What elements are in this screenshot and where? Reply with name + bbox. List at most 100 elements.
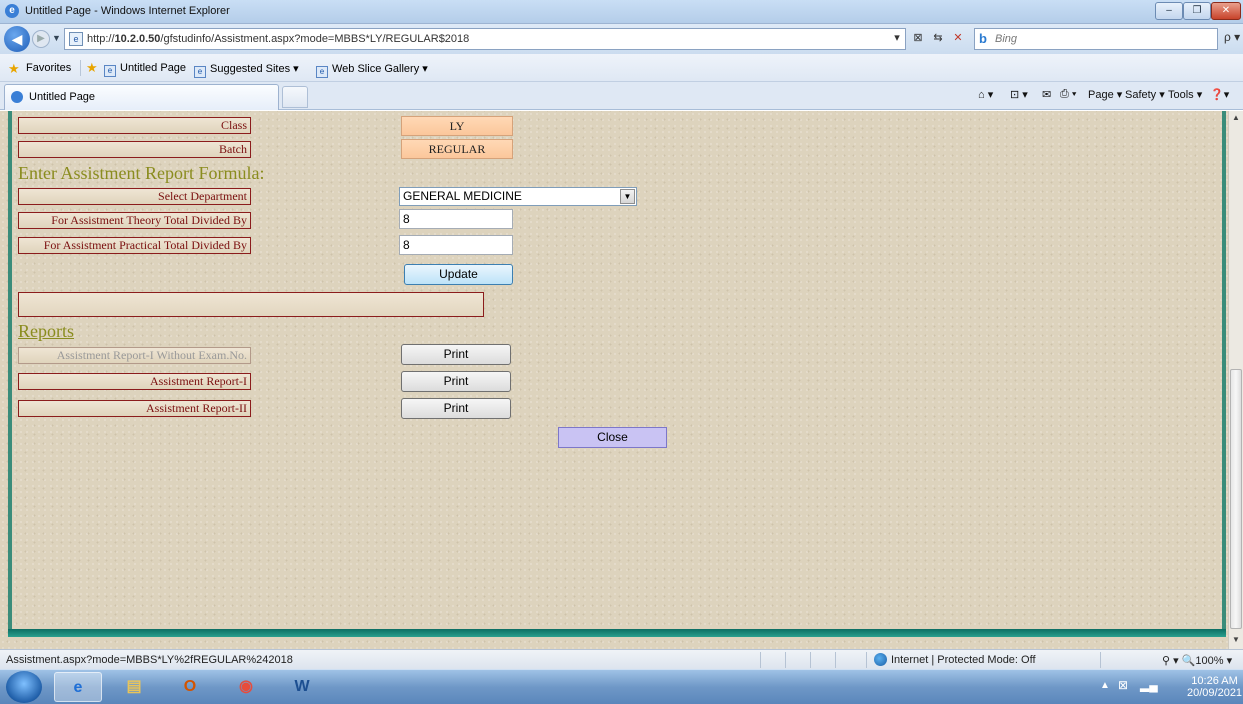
report-label-without-exam-no: Assistment Report-I Without Exam.No. [18,347,251,364]
favorites-bar: ★ Favorites ★ e Untitled Page e Suggested … [0,54,1243,82]
home-icon[interactable]: ⌂ ▾ [978,88,993,101]
globe-icon [874,653,887,666]
batch-label: Batch [18,141,251,158]
security-zone[interactable]: Internet | Protected Mode: Off [891,654,1036,666]
fav-item-label: Untitled Page [120,62,187,74]
update-button[interactable]: Update [404,264,513,285]
clock[interactable]: 10:26 AM 20/09/2021 [1187,675,1242,699]
network-icon[interactable]: ⊠ [1118,678,1128,692]
tab-untitled-page[interactable]: Untitled Page [4,84,279,110]
back-button[interactable]: ◀ [4,26,30,52]
report-label-report-ii: Assistment Report-II [18,400,251,417]
frame-border-bottom [8,629,1226,637]
safety-menu[interactable]: Safety ▾ [1125,88,1165,101]
close-button[interactable]: Close [558,427,667,448]
fav-item-web-slice-gallery[interactable]: e Web Slice Gallery ▾ [316,62,428,78]
ie-page-icon: e [316,66,328,78]
tab-bar: Untitled Page [0,82,1243,110]
ie-page-icon: e [194,66,206,78]
search-icon[interactable]: ρ ▾ [1224,30,1240,44]
divider [785,652,786,668]
fav-item-label: Suggested Sites ▾ [210,63,299,75]
forward-button[interactable]: ▶ [32,30,50,48]
department-label: Select Department [18,188,251,205]
print-report-ii-button[interactable]: Print [401,398,511,419]
address-bar[interactable]: e http://10.2.0.50/gfstudinfo/Assistment… [64,28,906,50]
formula-heading: Enter Assistment Report Formula: [18,163,265,183]
windows-taskbar: e ▤ O ◉ W ▲ ⊠ ▂▄ 10:26 AM 20/09/2021 [0,669,1243,704]
fav-item-label: Web Slice Gallery ▾ [332,63,428,75]
clock-time: 10:26 AM [1191,675,1238,687]
search-placeholder: Bing [995,33,1018,45]
refresh-icon[interactable]: ⇆ [929,29,947,47]
signal-icon[interactable]: ▂▄ [1140,678,1158,692]
print-report-i-button[interactable]: Print [401,371,511,392]
ie-page-icon: e [104,65,116,77]
mail-icon[interactable]: ✉ [1042,88,1051,101]
vertical-scrollbar[interactable]: ▲ ▼ [1228,111,1243,649]
add-favorite-icon[interactable]: ★ [86,60,98,76]
window-title: Untitled Page - Windows Internet Explore… [25,5,230,17]
practical-divisor-input[interactable] [399,235,513,255]
divider [760,652,761,668]
department-selected-value: GENERAL MEDICINE [403,189,522,203]
url-path: /gfstudinfo/Assistment.aspx?mode=MBBS*LY… [160,33,470,45]
history-dropdown-icon[interactable]: ▼ [52,33,61,43]
page-menu[interactable]: Page ▾ [1088,88,1122,101]
status-bar: Assistment.aspx?mode=MBBS*LY%2fREGULAR%2… [0,649,1243,669]
class-value: LY [401,116,513,136]
frame-border-left [8,111,12,631]
tab-label: Untitled Page [29,91,96,103]
help-icon[interactable]: ❓▾ [1210,88,1229,101]
tools-menu[interactable]: Tools ▾ [1168,88,1202,101]
divider [866,652,867,668]
close-window-button[interactable]: ✕ [1211,2,1241,20]
maximize-button[interactable]: ❐ [1183,2,1211,20]
theory-divisor-input[interactable] [399,209,513,229]
fav-item-suggested-sites[interactable]: e Suggested Sites ▾ [194,62,299,78]
start-button[interactable] [6,671,42,703]
address-url[interactable]: http://10.2.0.50/gfstudinfo/Assistment.a… [87,33,469,45]
bing-logo-icon: b [979,31,987,46]
taskbar-explorer[interactable]: ▤ [110,672,158,702]
new-tab-button[interactable] [282,86,308,108]
ie-icon [11,91,23,103]
scroll-down-icon[interactable]: ▼ [1229,633,1243,647]
navigation-bar: ◀ ▶ ▼ e http://10.2.0.50/gfstudinfo/Assi… [0,24,1243,54]
window-titlebar: e Untitled Page - Windows Internet Explo… [0,0,1243,24]
zoom-control[interactable]: ⚲ ▾ 🔍100% ▾ [1162,654,1232,667]
scrollbar-thumb[interactable] [1230,369,1242,629]
fav-item-untitled-page[interactable]: e Untitled Page [104,62,186,77]
divider [835,652,836,668]
minimize-button[interactable]: – [1155,2,1183,20]
favorites-button[interactable]: Favorites [26,62,71,74]
address-dropdown-icon[interactable]: ▾ [888,29,906,47]
reports-heading: Reports [18,321,74,341]
search-box[interactable]: b Bing [974,28,1218,50]
print-report-i-without-exam-button[interactable]: Print [401,344,511,365]
page-viewport: Class LY Batch REGULAR Enter Assistment … [0,111,1228,649]
department-select[interactable]: GENERAL MEDICINE ▼ [399,187,637,206]
url-host: 10.2.0.50 [114,33,161,45]
divider [80,60,81,76]
stop-icon[interactable]: ✕ [949,29,967,47]
clock-date: 20/09/2021 [1187,687,1243,699]
taskbar-chrome[interactable]: ◉ [222,672,270,702]
feeds-icon[interactable]: ⊡ ▾ [1010,88,1028,101]
print-icon[interactable]: ⎙ ▾ [1060,88,1076,101]
practical-divisor-label: For Assistment Practical Total Divided B… [18,237,251,254]
taskbar-internet-explorer[interactable]: e [54,672,102,702]
favorites-star-icon[interactable]: ★ [8,61,20,77]
compatibility-view-icon[interactable]: ⊠ [909,29,927,47]
taskbar-word[interactable]: W [278,672,326,702]
divider [1100,652,1101,668]
scroll-up-icon[interactable]: ▲ [1229,111,1243,125]
class-label: Class [18,117,251,134]
status-url: Assistment.aspx?mode=MBBS*LY%2fREGULAR%2… [6,654,293,666]
divider [810,652,811,668]
chevron-down-icon[interactable]: ▼ [620,189,635,204]
show-hidden-icons-icon[interactable]: ▲ [1100,680,1110,691]
theory-divisor-label: For Assistment Theory Total Divided By [18,212,251,229]
taskbar-media-player[interactable]: O [166,672,214,702]
report-label-report-i: Assistment Report-I [18,373,251,390]
